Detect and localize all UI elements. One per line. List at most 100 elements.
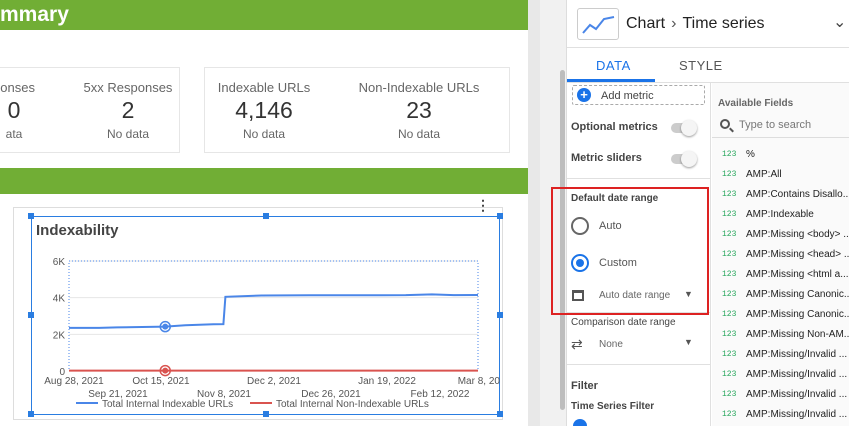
scorecard-comparison: No data <box>397 127 441 141</box>
plot-area-frame <box>68 260 479 372</box>
field-item[interactable]: 123 AMP:Missing/Invalid ... <box>712 365 849 385</box>
search-icon <box>720 119 730 129</box>
add-metric-label: Add metric <box>601 90 654 102</box>
chevron-down-icon[interactable]: ⌄ <box>833 12 846 32</box>
scorecard-comparison: No data <box>242 127 286 141</box>
field-name: AMP:Indexable <box>746 209 814 220</box>
field-name: AMP:Missing Non-AM... <box>746 329 849 340</box>
numeric-type-icon: 123 <box>722 390 737 399</box>
field-name: AMP:Missing Canonic... <box>746 289 849 300</box>
metric-sliders-toggle[interactable] <box>671 151 697 167</box>
y-tick-label: 6K <box>53 257 66 268</box>
field-name: AMP:Missing/Invalid ... <box>746 369 848 380</box>
field-item[interactable]: 123 AMP:Missing <head> ... <box>712 245 849 265</box>
numeric-type-icon: 123 <box>722 290 737 299</box>
field-item[interactable]: 123 AMP:Missing/Invalid ... <box>712 385 849 405</box>
resize-handle[interactable] <box>263 213 269 219</box>
legend-label: Total Internal Indexable URLs <box>102 399 233 410</box>
field-item[interactable]: 123 AMP:Missing/Invalid ... <box>712 345 849 365</box>
chevron-right-icon: › <box>671 15 677 32</box>
scorecard-label: Non-Indexable URLs <box>358 80 480 95</box>
scorecard-non-indexable-urls: Non-Indexable URLs 23 No data <box>349 80 489 141</box>
dropdown-arrow-icon[interactable]: ▼ <box>684 337 693 347</box>
add-filter-icon[interactable] <box>573 419 587 426</box>
field-item[interactable]: 123 AMP:All <box>712 165 849 185</box>
filter-label: Filter <box>571 380 598 392</box>
metric-sliders-label: Metric sliders <box>571 152 642 164</box>
panel-tabs: DATA STYLE <box>567 48 849 83</box>
x-tick-label: Mar 8, 20... <box>458 376 500 387</box>
field-list: 123% 123 AMP:All 123 AMP:Contains Disallo.… <box>712 145 849 425</box>
add-icon: + <box>577 88 591 102</box>
numeric-type-icon: 123 <box>722 330 737 339</box>
field-name: AMP:Missing <html a... <box>746 269 849 280</box>
field-item[interactable]: 123 AMP:Missing Non-AM... <box>712 325 849 345</box>
optional-metrics-toggle[interactable] <box>671 120 697 136</box>
time-series-chart[interactable]: 6K4K2K0Aug 28, 2021 Oct 15, 2021 Dec 2, 20… <box>31 240 500 416</box>
field-item[interactable]: 123 AMP:Missing <html a... <box>712 265 849 285</box>
resize-handle[interactable] <box>497 213 503 219</box>
divider <box>712 137 849 138</box>
field-item[interactable]: 123% <box>712 145 849 165</box>
series-point <box>162 323 169 330</box>
numeric-type-icon: 123 <box>722 370 737 379</box>
field-name: AMP:Missing/Invalid ... <box>746 389 848 400</box>
numeric-type-icon: 123 <box>722 150 737 159</box>
y-tick-label: 2K <box>53 330 66 341</box>
field-name: AMP:Missing/Invalid ... <box>746 409 848 420</box>
resize-handle[interactable] <box>28 213 34 219</box>
numeric-type-icon: 123 <box>722 310 737 319</box>
more-vert-icon[interactable]: ⋮ <box>476 197 490 214</box>
numeric-type-icon: 123 <box>722 350 737 359</box>
field-search-input[interactable] <box>739 116 849 134</box>
divider <box>567 364 711 365</box>
field-name: AMP:Missing Canonic... <box>746 309 849 320</box>
report-page: mmary ponses 0 ata 5xx Responses 2 No da… <box>0 0 528 426</box>
optional-metrics-label: Optional metrics <box>571 121 658 133</box>
legend-label: Total Internal Non-Indexable URLs <box>276 399 429 410</box>
numeric-type-icon: 123 <box>722 410 737 419</box>
divider <box>567 178 711 179</box>
breadcrumb: Chart › Time series <box>626 15 765 33</box>
field-item[interactable]: 123 AMP:Missing Canonic... <box>712 305 849 325</box>
series-line <box>69 293 479 329</box>
x-tick-label: Aug 28, 2021 <box>44 376 104 387</box>
summary-banner: mmary <box>0 0 528 30</box>
field-name: AMP:Contains Disallo... <box>746 189 849 200</box>
field-item[interactable]: 123 AMP:Contains Disallo... <box>712 185 849 205</box>
tab-data[interactable]: DATA <box>596 58 631 73</box>
panel-header: Chart › Time series ⌄ <box>567 0 849 48</box>
x-tick-label: Oct 15, 2021 <box>132 376 190 387</box>
chart-title: Indexability <box>36 222 119 239</box>
numeric-type-icon: 123 <box>722 190 737 199</box>
x-tick-label: Jan 19, 2022 <box>358 376 416 387</box>
series-point <box>162 367 169 374</box>
scorecard-value: 2 <box>121 97 135 123</box>
add-metric-button[interactable]: + Add metric <box>572 85 705 105</box>
breadcrumb-chart: Chart <box>626 15 666 32</box>
scorecard-comparison: No data <box>106 127 150 141</box>
field-name: AMP:Missing <body> ... <box>746 229 849 240</box>
field-item[interactable]: 123 AMP:Missing/Invalid ... <box>712 405 849 425</box>
time-series-filter-label: Time Series Filter <box>571 401 655 412</box>
numeric-type-icon: 123 <box>722 270 737 279</box>
tab-style[interactable]: STYLE <box>679 58 723 73</box>
x-tick-label: Dec 2, 2021 <box>247 376 301 387</box>
field-item[interactable]: 123 AMP:Missing <body> ... <box>712 225 849 245</box>
compare-arrows-icon: ⇄ <box>571 336 583 352</box>
field-item[interactable]: 123 AMP:Missing Canonic... <box>712 285 849 305</box>
summary-title: mmary <box>0 3 69 26</box>
comparison-date-range-label: Comparison date range <box>571 317 676 328</box>
highlight-annotation-box <box>551 187 709 315</box>
section-banner <box>0 168 528 194</box>
field-item[interactable]: 123 AMP:Indexable <box>712 205 849 225</box>
scorecard-value: 23 <box>406 97 432 123</box>
comparison-dropdown[interactable]: None <box>599 339 623 350</box>
field-name: % <box>746 149 755 160</box>
field-name: AMP:All <box>746 169 782 180</box>
numeric-type-icon: 123 <box>722 170 737 179</box>
scorecard-5xx-responses: 5xx Responses 2 No data <box>58 80 198 141</box>
line-chart-icon[interactable] <box>577 8 619 40</box>
scorecard-label: 5xx Responses <box>83 80 173 95</box>
numeric-type-icon: 123 <box>722 230 737 239</box>
